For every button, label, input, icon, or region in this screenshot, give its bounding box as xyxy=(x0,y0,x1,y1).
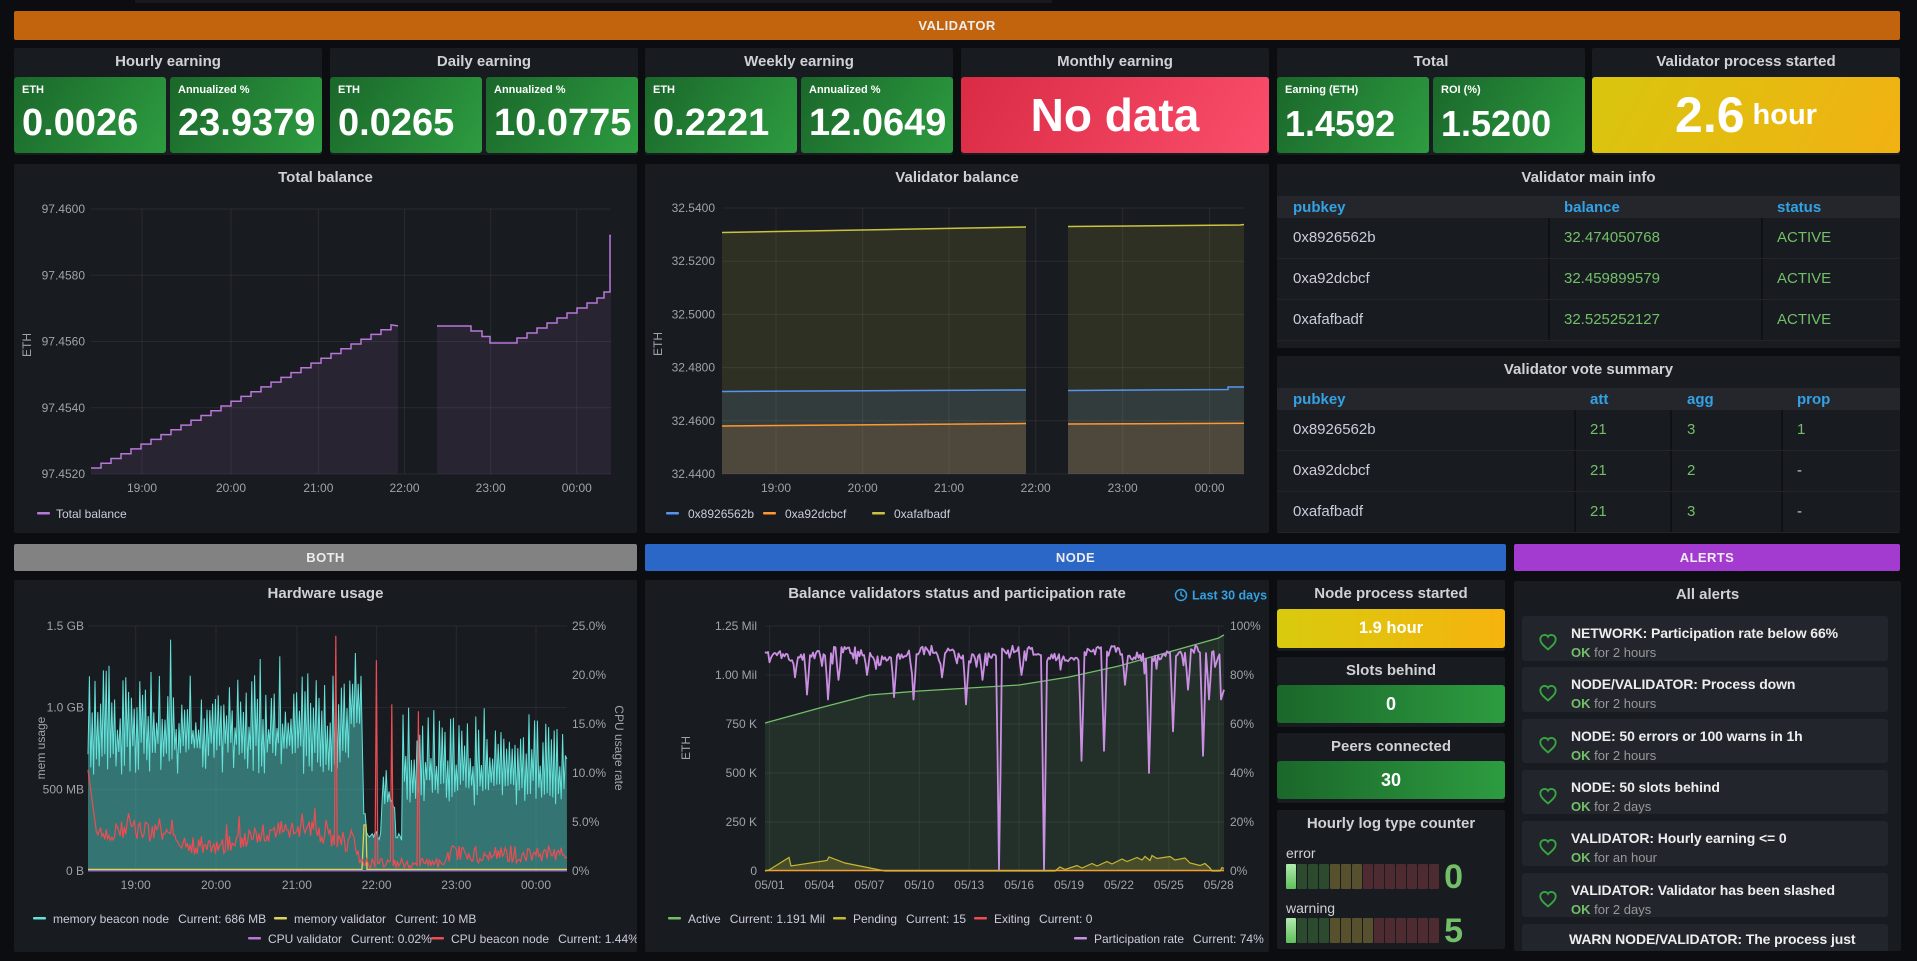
svg-text:05/13: 05/13 xyxy=(954,878,984,892)
svg-text:05/04: 05/04 xyxy=(804,878,834,892)
svg-text:1.5 GB: 1.5 GB xyxy=(47,619,84,633)
svg-text:CPU beacon nodeCurrent: 1.44%: CPU beacon nodeCurrent: 1.44% xyxy=(451,932,637,946)
svg-text:10.0%: 10.0% xyxy=(572,766,606,780)
svg-text:ETH: ETH xyxy=(679,736,693,760)
svg-text:60%: 60% xyxy=(1230,717,1254,731)
svg-text:mem usage: mem usage xyxy=(34,716,48,779)
svg-text:97.4520: 97.4520 xyxy=(42,467,86,481)
svg-text:19:00: 19:00 xyxy=(127,481,157,495)
svg-text:15.0%: 15.0% xyxy=(572,717,606,731)
svg-text:1.0 GB: 1.0 GB xyxy=(47,701,84,715)
svg-text:19:00: 19:00 xyxy=(121,878,151,892)
svg-text:05/01: 05/01 xyxy=(755,878,785,892)
svg-text:0%: 0% xyxy=(572,864,590,878)
svg-text:0 B: 0 B xyxy=(66,864,84,878)
svg-text:22:00: 22:00 xyxy=(389,481,419,495)
svg-text:00:00: 00:00 xyxy=(521,878,551,892)
svg-text:ETH: ETH xyxy=(20,333,34,357)
svg-text:1.00 Mil: 1.00 Mil xyxy=(715,668,757,682)
svg-text:97.4580: 97.4580 xyxy=(42,268,86,282)
svg-text:40%: 40% xyxy=(1230,766,1254,780)
svg-text:ActiveCurrent: 1.191 Mil: ActiveCurrent: 1.191 Mil xyxy=(688,912,825,926)
svg-text:5.0%: 5.0% xyxy=(572,815,600,829)
svg-text:32.5000: 32.5000 xyxy=(672,307,716,321)
svg-text:23:00: 23:00 xyxy=(1108,481,1138,495)
svg-text:Total balance: Total balance xyxy=(56,507,127,521)
svg-text:21:00: 21:00 xyxy=(282,878,312,892)
svg-text:20:00: 20:00 xyxy=(216,481,246,495)
svg-text:100%: 100% xyxy=(1230,619,1261,633)
svg-text:05/10: 05/10 xyxy=(904,878,934,892)
svg-text:32.5400: 32.5400 xyxy=(672,201,716,215)
svg-text:21:00: 21:00 xyxy=(303,481,333,495)
svg-text:ExitingCurrent: 0: ExitingCurrent: 0 xyxy=(994,912,1093,926)
svg-text:97.4560: 97.4560 xyxy=(42,335,86,349)
svg-text:05/16: 05/16 xyxy=(1004,878,1034,892)
svg-text:21:00: 21:00 xyxy=(934,481,964,495)
svg-text:22:00: 22:00 xyxy=(362,878,392,892)
svg-text:32.4400: 32.4400 xyxy=(672,467,716,481)
svg-text:05/28: 05/28 xyxy=(1204,878,1234,892)
svg-text:CPU validatorCurrent: 0.02%: CPU validatorCurrent: 0.02% xyxy=(268,932,432,946)
svg-text:00:00: 00:00 xyxy=(562,481,592,495)
svg-text:20:00: 20:00 xyxy=(848,481,878,495)
svg-text:23:00: 23:00 xyxy=(476,481,506,495)
svg-text:0%: 0% xyxy=(1230,864,1248,878)
svg-text:80%: 80% xyxy=(1230,668,1254,682)
svg-text:32.4600: 32.4600 xyxy=(672,414,716,428)
svg-text:ETH: ETH xyxy=(651,332,665,356)
svg-text:0: 0 xyxy=(750,864,757,878)
svg-text:500 K: 500 K xyxy=(726,766,757,780)
svg-text:97.4540: 97.4540 xyxy=(42,401,86,415)
svg-text:20%: 20% xyxy=(1230,815,1254,829)
svg-text:22:00: 22:00 xyxy=(1021,481,1051,495)
svg-text:05/25: 05/25 xyxy=(1154,878,1184,892)
svg-text:1.25 Mil: 1.25 Mil xyxy=(715,619,757,633)
svg-text:20.0%: 20.0% xyxy=(572,668,606,682)
svg-text:memory beacon nodeCurrent: 686: memory beacon nodeCurrent: 686 MB xyxy=(53,912,266,926)
svg-text:00:00: 00:00 xyxy=(1195,481,1225,495)
svg-text:25.0%: 25.0% xyxy=(572,619,606,633)
svg-text:250 K: 250 K xyxy=(726,815,757,829)
svg-text:memory validatorCurrent: 10 MB: memory validatorCurrent: 10 MB xyxy=(294,912,476,926)
svg-text:05/19: 05/19 xyxy=(1054,878,1084,892)
svg-text:500 MB: 500 MB xyxy=(43,782,84,796)
svg-text:20:00: 20:00 xyxy=(201,878,231,892)
svg-text:PendingCurrent: 15: PendingCurrent: 15 xyxy=(853,912,966,926)
svg-text:19:00: 19:00 xyxy=(761,481,791,495)
svg-text:05/22: 05/22 xyxy=(1104,878,1134,892)
svg-text:CPU usage rate: CPU usage rate xyxy=(612,705,626,791)
svg-text:97.4600: 97.4600 xyxy=(42,202,86,216)
svg-text:32.4800: 32.4800 xyxy=(672,361,716,375)
svg-text:750 K: 750 K xyxy=(726,717,757,731)
svg-text:05/07: 05/07 xyxy=(854,878,884,892)
svg-text:23:00: 23:00 xyxy=(441,878,471,892)
svg-text:0xa92dcbcf: 0xa92dcbcf xyxy=(785,507,847,521)
svg-text:Participation rateCurrent: 74%: Participation rateCurrent: 74% xyxy=(1094,932,1264,946)
svg-text:Last 30 days: Last 30 days xyxy=(1192,589,1267,603)
svg-text:32.5200: 32.5200 xyxy=(672,254,716,268)
svg-text:0xafafbadf: 0xafafbadf xyxy=(894,507,951,521)
svg-text:0x8926562b: 0x8926562b xyxy=(688,507,754,521)
